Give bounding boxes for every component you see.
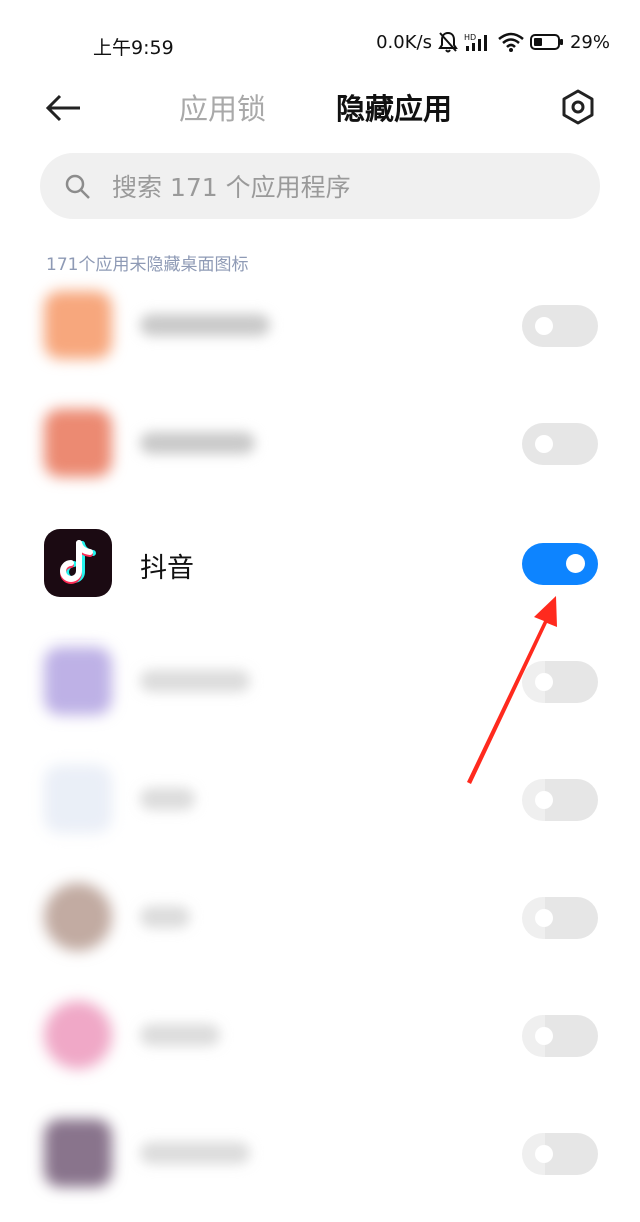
app-icon: [44, 409, 112, 477]
status-time: 上午9:59: [93, 37, 174, 59]
status-bar: 上午9:59 0.0K/s HD 29%: [0, 0, 640, 88]
search-icon: [64, 173, 92, 205]
wifi-icon: [498, 32, 524, 52]
svg-text:HD: HD: [464, 33, 476, 42]
tab-hidden-apps[interactable]: 隐藏应用: [336, 86, 452, 128]
header: 应用锁 隐藏应用: [0, 78, 640, 138]
back-arrow-icon: [45, 94, 80, 122]
list-item-douyin[interactable]: 抖音: [0, 506, 640, 624]
blur-overlay: [0, 640, 545, 1222]
signal-icon: HD: [464, 32, 492, 52]
list-item[interactable]: [0, 268, 640, 386]
settings-hexagon-icon: [562, 89, 594, 125]
app-name-blurred: [140, 432, 255, 454]
app-name: 抖音: [140, 553, 194, 584]
app-name-blurred: [140, 314, 270, 336]
hide-toggle-on[interactable]: [522, 543, 598, 585]
search-bar[interactable]: [40, 153, 600, 221]
douyin-icon: [44, 529, 112, 597]
search-input[interactable]: [110, 153, 584, 221]
battery-percent: 29%: [569, 31, 610, 53]
settings-button[interactable]: [559, 88, 597, 126]
tab-app-lock[interactable]: 应用锁: [179, 86, 266, 128]
network-speed: 0.0K/s: [376, 31, 432, 53]
app-icon: [44, 291, 112, 359]
status-icons: 0.0K/s HD 29%: [376, 31, 610, 53]
hide-toggle[interactable]: [522, 423, 598, 465]
hide-toggle[interactable]: [522, 305, 598, 347]
mute-icon: [438, 31, 458, 53]
back-button[interactable]: [42, 88, 86, 128]
battery-icon: [529, 33, 564, 51]
list-item[interactable]: [0, 386, 640, 504]
